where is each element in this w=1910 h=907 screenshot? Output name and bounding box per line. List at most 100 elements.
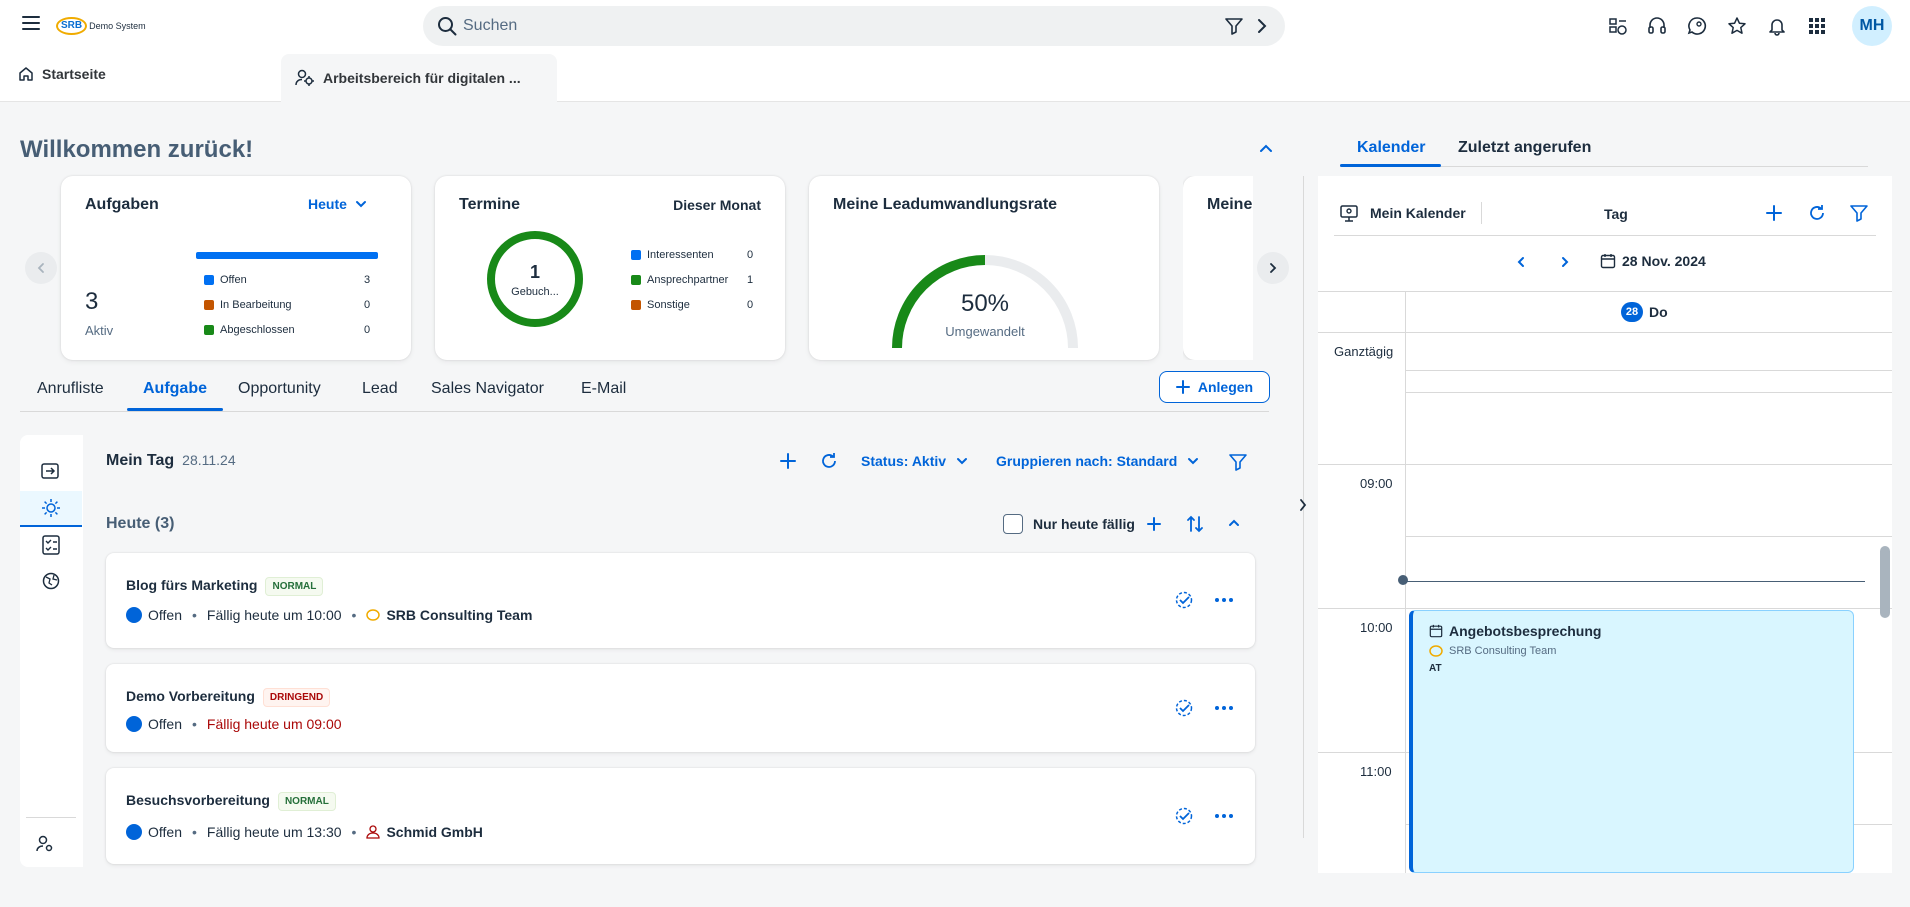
task-account[interactable]: SRB Consulting Team — [386, 607, 532, 623]
create-button[interactable]: Anlegen — [1159, 371, 1270, 403]
rail-settings-item[interactable] — [14, 826, 76, 862]
refresh-button[interactable] — [820, 452, 838, 470]
rail-exit-item[interactable] — [20, 453, 82, 489]
conversion-card[interactable]: Meine Leadumwandlungsrate 50% Umgewandel… — [809, 176, 1159, 360]
day-number-badge: 28 — [1621, 302, 1643, 322]
more-options-icon[interactable] — [1215, 598, 1233, 602]
tab-calendar[interactable]: Kalender — [1357, 139, 1425, 157]
calendar-scrollbar-thumb[interactable] — [1880, 546, 1890, 618]
status-filter-select[interactable]: Status: Aktiv — [861, 453, 968, 469]
now-indicator-dot — [1398, 575, 1408, 585]
task-name[interactable]: Demo Vorbereitung — [126, 688, 255, 704]
checklist-icon — [42, 535, 60, 555]
subtab-call-list[interactable]: Anrufliste — [37, 380, 104, 398]
more-card[interactable]: Meine — [1183, 176, 1253, 360]
legend-swatch — [631, 250, 641, 260]
rail-myday-item[interactable] — [20, 491, 82, 527]
chevron-down-icon — [956, 457, 968, 465]
bell-icon[interactable] — [1765, 14, 1789, 38]
task-card[interactable]: Besuchsvorbereitung NORMAL Offen • Fällig… — [106, 768, 1255, 864]
filter-icon[interactable] — [1225, 17, 1243, 35]
add-today-task-button[interactable] — [1147, 517, 1161, 531]
only-due-today-checkbox[interactable]: Nur heute fällig — [1003, 514, 1135, 534]
legend-swatch — [204, 275, 214, 285]
complete-task-icon[interactable] — [1175, 591, 1193, 609]
tasks-icon[interactable] — [1606, 14, 1630, 38]
page-title: Willkommen zurück! — [20, 136, 254, 163]
event-subtitle-row: SRB Consulting Team — [1429, 645, 1556, 657]
next-day-button[interactable] — [1561, 256, 1569, 268]
day-name: Do — [1649, 304, 1668, 320]
complete-task-icon[interactable] — [1175, 699, 1193, 717]
sort-button[interactable] — [1187, 515, 1203, 533]
add-task-button[interactable] — [780, 453, 796, 469]
task-card[interactable]: Demo Vorbereitung DRINGEND Offen • Fällig… — [106, 664, 1255, 752]
calendar-filter-button[interactable] — [1850, 204, 1868, 222]
more-options-icon[interactable] — [1215, 706, 1233, 710]
subtab-lead[interactable]: Lead — [362, 380, 398, 398]
tasks-count: 3 — [85, 288, 99, 315]
complete-task-icon[interactable] — [1175, 807, 1193, 825]
carousel-prev-button[interactable] — [25, 252, 57, 284]
menu-icon[interactable] — [22, 16, 46, 36]
conversion-percent: 50% — [960, 290, 1010, 317]
subtab-sales-navigator[interactable]: Sales Navigator — [431, 380, 544, 398]
rail-world-item[interactable] — [20, 563, 82, 599]
subtab-email[interactable]: E-Mail — [581, 380, 626, 398]
calendar-panel: Mein Kalender Tag 28 Nov. 2024 28 Do Gan… — [1318, 176, 1892, 873]
carousel-next-button[interactable] — [1257, 252, 1289, 284]
feedback-icon[interactable] — [1685, 14, 1709, 38]
date-picker-button[interactable]: 28 Nov. 2024 — [1600, 253, 1706, 269]
appointments-card[interactable]: Termine Dieser Monat 1 Gebuch... Interes… — [435, 176, 785, 360]
tab-workspace[interactable]: Arbeitsbereich für digitalen ... — [281, 54, 557, 102]
create-button-label: Anlegen — [1197, 379, 1254, 395]
legend-value: 0 — [747, 299, 754, 311]
chevron-down-icon — [1187, 457, 1199, 465]
tab-workspace-label: Arbeitsbereich für digitalen ... — [323, 70, 521, 86]
rail-checklist-item[interactable] — [20, 527, 82, 563]
filter-button[interactable] — [1229, 453, 1247, 471]
checkbox-box — [1003, 514, 1023, 534]
user-avatar[interactable]: MH — [1852, 6, 1892, 46]
subtab-task[interactable]: Aufgabe — [143, 380, 207, 398]
task-name[interactable]: Blog fürs Marketing — [126, 577, 257, 593]
task-name[interactable]: Besuchsvorbereitung — [126, 792, 270, 808]
arrow-right-icon[interactable] — [1255, 18, 1269, 34]
chevron-up-icon[interactable] — [1259, 143, 1273, 153]
headset-icon[interactable] — [1645, 14, 1669, 38]
subtab-opportunity[interactable]: Opportunity — [238, 380, 321, 398]
search-field[interactable]: Suchen — [423, 6, 1285, 46]
legend-label: In Bearbeitung — [220, 299, 292, 311]
group-by-select[interactable]: Gruppieren nach: Standard — [996, 453, 1199, 469]
calendar-event[interactable]: Angebotsbesprechung SRB Consulting Team … — [1409, 610, 1854, 873]
event-title-row: Angebotsbesprechung — [1429, 623, 1601, 639]
tab-recently-called[interactable]: Zuletzt angerufen — [1458, 139, 1591, 157]
task-due: Fällig heute um 10:00 — [206, 607, 342, 623]
calendar-refresh-button[interactable] — [1808, 204, 1826, 222]
view-select[interactable]: Tag — [1604, 206, 1628, 222]
task-card[interactable]: Blog fürs Marketing NORMAL Offen • Fällig… — [106, 553, 1255, 648]
add-event-button[interactable] — [1766, 205, 1782, 221]
legend-value: 3 — [364, 274, 371, 286]
collapse-group-button[interactable] — [1228, 519, 1240, 527]
tasks-period-label: Heute — [308, 196, 347, 212]
task-meta: Offen • Fällig heute um 13:30 • Schmid G… — [126, 824, 483, 840]
more-options-icon[interactable] — [1215, 814, 1233, 818]
prev-day-button[interactable] — [1517, 256, 1525, 268]
separator-dot: • — [192, 716, 197, 732]
my-calendar-button[interactable]: Mein Kalender — [1340, 204, 1466, 222]
tasks-period-select[interactable]: Heute — [308, 196, 367, 212]
company-logo[interactable]: SRB Demo System — [56, 14, 146, 38]
tab-home[interactable]: Startseite — [18, 66, 106, 82]
tasks-card[interactable]: Aufgaben Heute 3 Aktiv Offen 3 In Bearbeit… — [61, 176, 411, 360]
appointments-period[interactable]: Dieser Monat — [673, 197, 761, 213]
status-open-icon — [126, 824, 142, 840]
task-status: Offen — [148, 824, 182, 840]
chevron-right-icon — [1561, 256, 1569, 268]
half-hour-line — [1405, 536, 1892, 537]
star-icon[interactable] — [1725, 14, 1749, 38]
apps-grid-icon[interactable] — [1805, 14, 1829, 38]
task-account[interactable]: Schmid GmbH — [386, 824, 482, 840]
event-subtitle: SRB Consulting Team — [1449, 645, 1557, 657]
expand-panel-icon[interactable] — [1299, 498, 1307, 512]
